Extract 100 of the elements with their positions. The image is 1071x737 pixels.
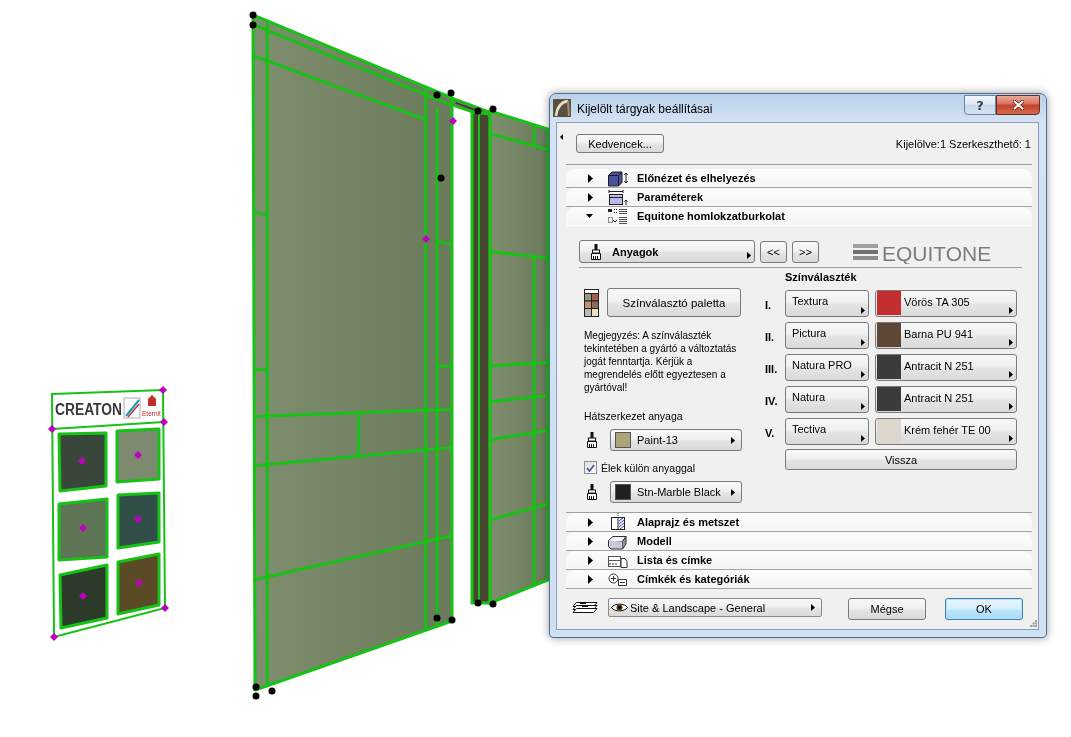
group-title: Színválaszték: [785, 271, 858, 284]
checkbox-label[interactable]: Élek külön anyaggal: [601, 461, 695, 474]
handle-dot-icon[interactable]: [489, 600, 497, 608]
dialog-button[interactable]: OK: [945, 598, 1023, 620]
color-dropdown[interactable]: Vörös TA 305: [875, 290, 1017, 317]
popup-arrow-icon[interactable]: [731, 488, 735, 496]
handle-dot-icon[interactable]: [433, 614, 441, 622]
hotspot-icon[interactable]: [161, 604, 169, 612]
back-button[interactable]: Vissza: [785, 449, 1017, 470]
list-icon: [607, 207, 629, 225]
layers-icon: [572, 601, 598, 614]
row-number: III.: [764, 362, 779, 375]
next-button[interactable]: >>: [792, 240, 819, 263]
brush-icon: [587, 432, 597, 448]
handle-dot-icon[interactable]: [448, 616, 456, 624]
parameter-table-icon: [607, 188, 629, 206]
popup-arrow-icon[interactable]: [861, 403, 865, 410]
hotspot-icon[interactable]: [159, 386, 167, 394]
handle-dot-icon[interactable]: [474, 107, 482, 115]
popup-arrow-icon[interactable]: [1009, 435, 1013, 442]
palette-button[interactable]: Színválasztó paletta: [607, 288, 741, 317]
popup-arrow-icon[interactable]: [861, 307, 865, 314]
popup-arrow-icon[interactable]: [861, 371, 865, 378]
note-text: Megjegyzés: A színválaszték tekintetében a gyártó a változtatás jogát fenntartja. Kérjük a megrendelés előtt egyeztesen a gyártóval!: [584, 329, 738, 394]
hotspot-icon[interactable]: [50, 633, 58, 641]
popup-arrow-icon[interactable]: [1009, 403, 1013, 410]
handle-dot-icon[interactable]: [474, 599, 482, 607]
close-icon: [1012, 100, 1024, 110]
disclosure-triangle-icon[interactable]: [588, 555, 593, 565]
brand-mark-icon: [148, 395, 156, 406]
handle-dot-icon[interactable]: [447, 89, 455, 97]
hotspot-icon[interactable]: [160, 418, 168, 426]
field-label: Hátszerkezet anyaga: [584, 410, 684, 423]
popup-arrow-icon[interactable]: [731, 436, 735, 444]
handle-dot-icon[interactable]: [268, 687, 276, 695]
handle-dot-icon[interactable]: [252, 692, 260, 700]
previous-button[interactable]: <<: [760, 240, 787, 263]
window-title: Kijelölt tárgyak beállításai: [577, 102, 713, 116]
help-button[interactable]: ?: [964, 95, 996, 115]
handle-dot-icon[interactable]: [437, 174, 445, 182]
collapse-arrow-icon[interactable]: [560, 134, 563, 140]
popup-arrow-icon[interactable]: [1009, 339, 1013, 346]
handle-dot-icon[interactable]: [489, 105, 497, 113]
page-dropdown[interactable]: Anyagok: [579, 240, 755, 263]
popup-arrow-icon[interactable]: [861, 435, 865, 442]
popup-arrow-icon[interactable]: [811, 604, 815, 611]
material-dropdown[interactable]: Paint-13: [610, 429, 742, 451]
row-number: IV.: [764, 394, 779, 407]
selection-count-text: Kijelölve:1 Szerkeszthető: 1: [895, 137, 1031, 150]
product-dropdown[interactable]: Tectiva: [785, 418, 869, 445]
color-dropdown[interactable]: Antracit N 251: [875, 386, 1017, 413]
eye-icon: [611, 602, 628, 613]
section-header[interactable]: Előnézet és elhelyezés: [566, 169, 1032, 188]
palette-icon: [584, 288, 599, 317]
color-dropdown[interactable]: Barna PU 941: [875, 322, 1017, 349]
brush-icon: [591, 243, 601, 260]
hotspot-icon[interactable]: [48, 425, 56, 433]
color-dropdown[interactable]: Krém fehér TE 00: [875, 418, 1017, 445]
resize-grip-icon[interactable]: [1030, 620, 1037, 627]
popup-arrow-icon[interactable]: [1009, 307, 1013, 314]
favorites-button[interactable]: Kedvencek...: [576, 134, 664, 153]
color-dropdown[interactable]: Antracit N 251: [875, 354, 1017, 381]
popup-arrow-icon[interactable]: [1009, 371, 1013, 378]
section-header[interactable]: Alaprajz és metszet: [566, 513, 1032, 532]
cube-icon: [607, 169, 629, 187]
disclosure-triangle-icon[interactable]: [588, 173, 593, 183]
layer-dropdown[interactable]: Site & Landscape - General: [608, 598, 822, 617]
tag-plus-icon: [607, 570, 629, 588]
row-number: I.: [764, 298, 773, 311]
section-header[interactable]: Paraméterek: [566, 188, 1032, 207]
checkbox[interactable]: [584, 461, 597, 474]
product-dropdown[interactable]: Natura: [785, 386, 869, 413]
dialog-button[interactable]: Mégse: [848, 598, 926, 620]
section-header[interactable]: Lista és címke: [566, 551, 1032, 570]
handle-dot-icon[interactable]: [433, 91, 441, 99]
disclosure-triangle-icon[interactable]: [588, 536, 593, 546]
logo-text: CREATON: [55, 401, 133, 418]
close-button[interactable]: [996, 95, 1040, 115]
disclosure-triangle-icon[interactable]: [588, 574, 593, 584]
brush-icon: [587, 484, 597, 500]
hotspot-icon[interactable]: [449, 117, 457, 125]
disclosure-triangle-icon[interactable]: [588, 192, 593, 202]
handle-dot-icon[interactable]: [252, 683, 260, 691]
popup-arrow-icon[interactable]: [861, 339, 865, 346]
app-logo-icon: [553, 99, 571, 117]
disclosure-triangle-icon[interactable]: [586, 214, 593, 218]
pencil-logo-icon: [123, 397, 141, 419]
row-number: V.: [764, 426, 776, 439]
row-number: II.: [764, 330, 776, 343]
product-dropdown[interactable]: Textura: [785, 290, 869, 317]
section-header[interactable]: Equitone homlokzatburkolat: [566, 207, 1032, 226]
section-header[interactable]: Modell: [566, 532, 1032, 551]
product-dropdown[interactable]: Pictura: [785, 322, 869, 349]
popup-arrow-icon[interactable]: [747, 252, 751, 259]
product-dropdown[interactable]: Natura PRO: [785, 354, 869, 381]
handle-dot-icon[interactable]: [249, 11, 257, 19]
section-header[interactable]: Címkék és kategóriák: [566, 570, 1032, 589]
material-dropdown[interactable]: Stn-Marble Black: [610, 481, 742, 503]
handle-dot-icon[interactable]: [249, 21, 257, 29]
disclosure-triangle-icon[interactable]: [588, 517, 593, 527]
